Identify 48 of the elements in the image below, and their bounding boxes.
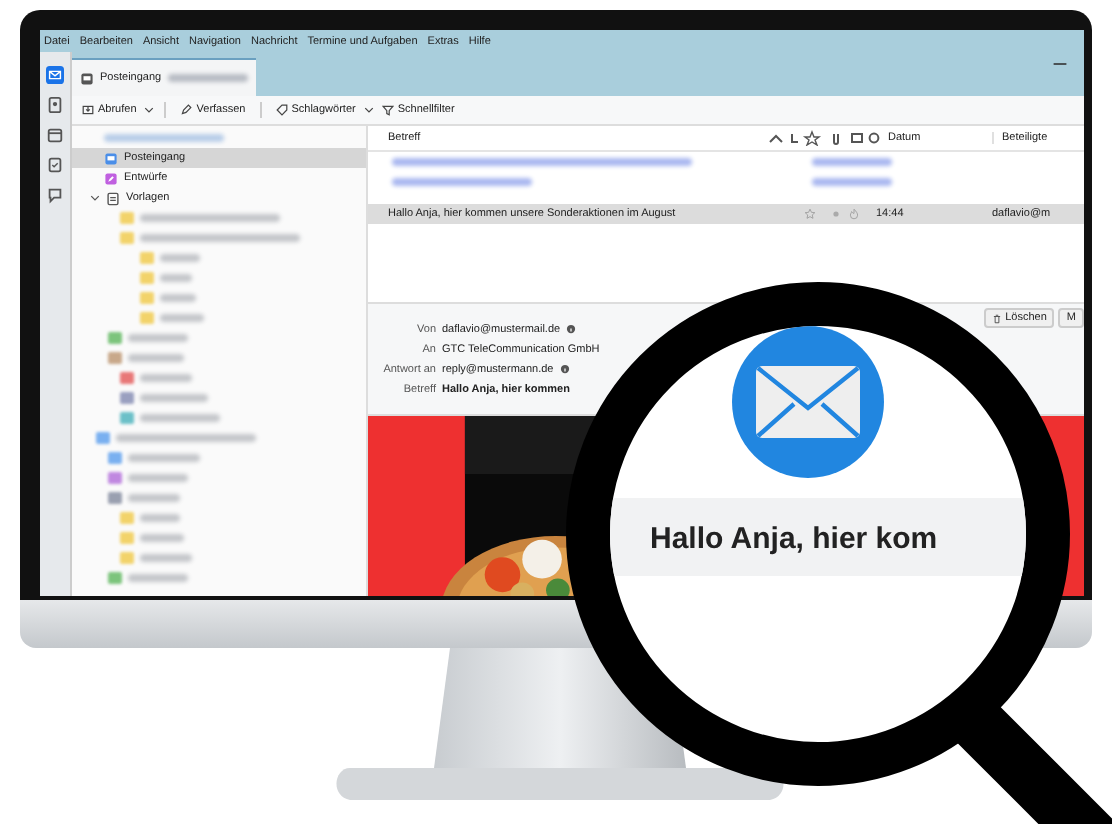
blurred-account <box>104 134 224 142</box>
blurred-folder-name <box>160 254 200 262</box>
column-icons[interactable] <box>768 130 880 146</box>
blurred-folder-name <box>128 494 180 502</box>
chat-icon[interactable] <box>46 186 64 204</box>
tag-icon <box>275 104 288 116</box>
blurred-folder-name <box>140 374 192 382</box>
download-icon <box>82 104 94 116</box>
blurred-folder-name <box>116 434 256 442</box>
minimize-icon[interactable] <box>1052 60 1068 68</box>
blurred-message <box>392 178 532 186</box>
blurred-folder-name <box>128 574 188 582</box>
chevron-icon[interactable] <box>90 194 100 202</box>
tasks-icon[interactable] <box>46 156 64 174</box>
magnified-subject: Hallo Anja, hier kom <box>650 522 938 556</box>
filter-icon <box>381 104 394 116</box>
blurred-folder-name <box>128 354 184 362</box>
calendar-icon[interactable] <box>46 126 64 144</box>
blurred-message <box>812 178 892 186</box>
caret-icon[interactable] <box>363 106 374 114</box>
inbox-icon <box>80 71 94 85</box>
blurred-folder-name <box>160 274 192 282</box>
inbox-icon <box>104 151 118 165</box>
read-dot-icon[interactable] <box>832 210 840 218</box>
star-icon[interactable] <box>804 208 816 220</box>
blurred-message <box>812 158 892 166</box>
blurred-folder-name <box>140 214 280 222</box>
blurred-folder-name <box>160 294 196 302</box>
caret-icon[interactable] <box>144 106 155 114</box>
mail-icon[interactable] <box>46 66 64 84</box>
blurred-account <box>167 74 248 82</box>
blurred-folder-name <box>128 454 200 462</box>
blurred-folder-name <box>128 474 188 482</box>
templates-icon <box>106 191 120 205</box>
blurred-folder-name <box>140 414 220 422</box>
blurred-folder-name <box>160 314 204 322</box>
blurred-folder-name <box>140 534 184 542</box>
info-icon[interactable] <box>566 324 577 334</box>
info-icon[interactable] <box>559 364 570 374</box>
blurred-folder-name <box>140 394 208 402</box>
blurred-folder-name <box>140 514 180 522</box>
envelope-icon <box>732 326 884 478</box>
blurred-folder-name <box>140 554 192 562</box>
address-book-icon[interactable] <box>46 96 64 114</box>
blurred-folder-name <box>128 334 188 342</box>
pencil-icon <box>180 104 193 116</box>
drafts-icon <box>104 171 118 185</box>
trash-icon <box>991 313 1002 323</box>
